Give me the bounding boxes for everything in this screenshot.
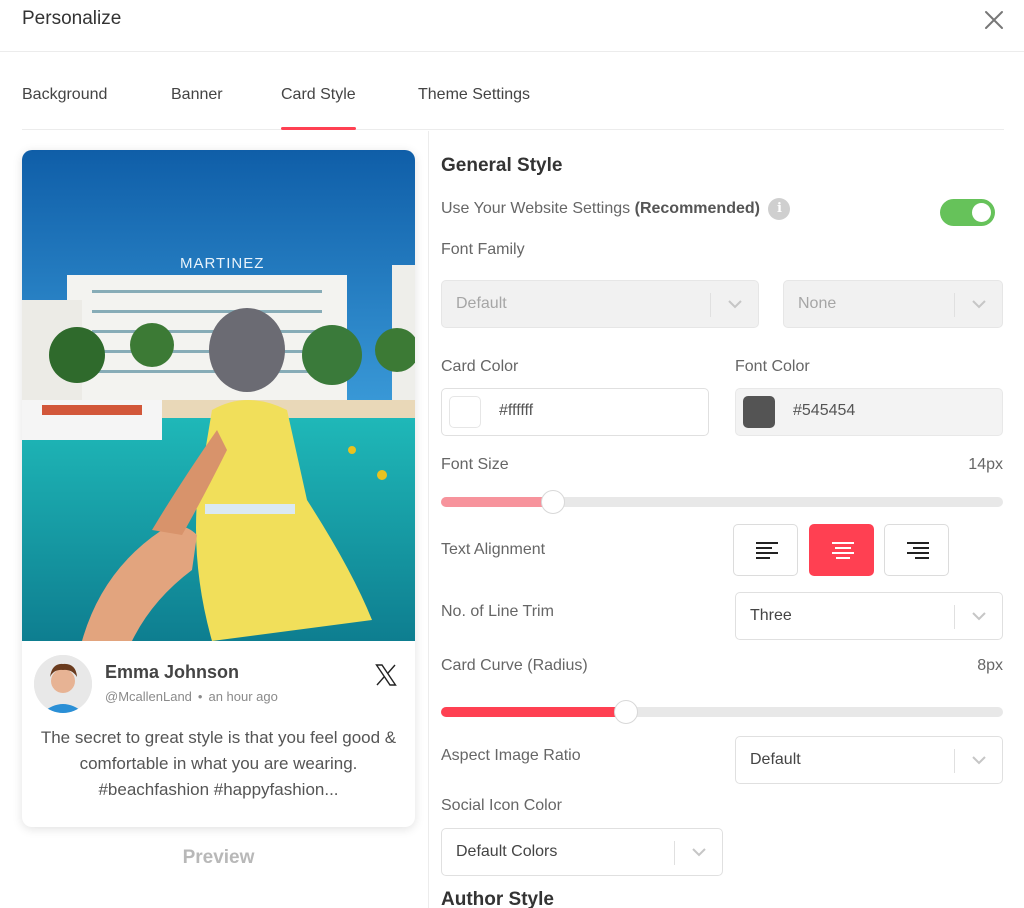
general-style-heading: General Style	[441, 155, 563, 176]
x-logo-icon[interactable]	[374, 663, 398, 687]
font-weight-select[interactable]: None	[783, 280, 1003, 328]
align-left-button[interactable]	[733, 524, 798, 576]
hotel-sign: MARTINEZ	[180, 255, 264, 272]
font-family-label: Font Family	[441, 241, 525, 258]
toggle-knob	[972, 203, 991, 222]
close-icon	[985, 11, 1003, 29]
social-icon-color-select[interactable]: Default Colors	[441, 828, 723, 876]
aspect-ratio-select[interactable]: Default	[735, 736, 1003, 784]
select-separator	[710, 293, 711, 317]
post-text: The secret to great style is that you fe…	[40, 728, 397, 799]
meta-separator: •	[197, 689, 203, 704]
slider-fill	[441, 707, 626, 717]
tab-card-style[interactable]: Card Style	[281, 86, 356, 130]
recommended-text: (Recommended)	[634, 200, 760, 218]
card-color-value: #ffffff	[499, 402, 534, 419]
tab-bar: Background Banner Card Style Theme Setti…	[22, 52, 1004, 130]
card-curve-label: Card Curve (Radius)	[441, 657, 588, 674]
line-trim-label: No. of Line Trim	[441, 603, 554, 620]
align-center-button[interactable]	[809, 524, 874, 576]
select-separator	[954, 749, 955, 773]
line-trim-select[interactable]: Three	[735, 592, 1003, 640]
align-right-button[interactable]	[884, 524, 949, 576]
chevron-down-icon	[728, 300, 742, 309]
website-settings-text: Use Your Website Settings	[441, 200, 631, 218]
card-curve-slider[interactable]	[441, 700, 1003, 724]
font-weight-value: None	[798, 295, 837, 312]
author-name: Emma Johnson	[105, 662, 240, 682]
font-size-value: 14px	[968, 456, 1003, 473]
font-family-select[interactable]: Default	[441, 280, 759, 328]
info-icon[interactable]: i	[768, 198, 791, 220]
card-color-swatch[interactable]	[449, 396, 481, 428]
author-avatar	[34, 655, 92, 713]
website-settings-label: Use Your Website Settings (Recommended) …	[441, 198, 791, 220]
author-meta: @McallenLand • an hour ago	[105, 689, 278, 704]
font-color-value: #545454	[793, 402, 856, 419]
social-icon-color-value: Default Colors	[456, 843, 558, 860]
social-icon-color-label: Social Icon Color	[441, 797, 562, 814]
author-handle: @McallenLand	[105, 689, 192, 704]
select-separator	[954, 293, 955, 317]
preview-label: Preview	[182, 847, 255, 868]
align-left-icon	[756, 542, 778, 559]
tab-theme-settings[interactable]: Theme Settings	[418, 86, 530, 104]
chevron-down-icon	[692, 848, 706, 857]
select-separator	[674, 841, 675, 865]
font-color-field[interactable]: #545454	[735, 388, 1003, 436]
font-size-slider[interactable]	[441, 490, 1003, 514]
line-trim-value: Three	[750, 607, 792, 624]
modal-header: Personalize	[0, 0, 1024, 52]
close-button[interactable]	[982, 8, 1006, 32]
card-color-field[interactable]: #ffffff	[441, 388, 709, 436]
chevron-down-icon	[972, 612, 986, 621]
font-size-label: Font Size	[441, 456, 509, 473]
card-image: MARTINEZ	[22, 150, 415, 641]
card-color-label: Card Color	[441, 358, 519, 375]
card-body: Emma Johnson @McallenLand • an hour ago Th…	[22, 641, 415, 827]
font-color-label: Font Color	[735, 358, 810, 375]
website-settings-toggle[interactable]	[940, 199, 995, 226]
select-separator	[954, 605, 955, 629]
post-photo: MARTINEZ	[22, 150, 415, 641]
panel-divider	[428, 131, 429, 908]
author-style-heading: Author Style	[441, 889, 554, 908]
aspect-ratio-value: Default	[750, 751, 801, 768]
tab-banner[interactable]: Banner	[171, 86, 223, 104]
preview-card: MARTINEZ Emma Johnson @McallenLand • an …	[22, 150, 415, 827]
slider-thumb[interactable]	[614, 700, 638, 724]
chevron-down-icon	[972, 300, 986, 309]
chevron-down-icon	[972, 756, 986, 765]
align-right-icon	[907, 542, 929, 559]
post-time: an hour ago	[208, 689, 278, 704]
slider-fill	[441, 497, 553, 507]
card-curve-value: 8px	[977, 657, 1003, 674]
text-alignment-label: Text Alignment	[441, 541, 546, 558]
align-center-icon	[832, 542, 854, 559]
modal-title: Personalize	[22, 8, 122, 29]
slider-thumb[interactable]	[541, 490, 565, 514]
tab-background[interactable]: Background	[22, 86, 107, 104]
font-color-swatch[interactable]	[743, 396, 775, 428]
font-family-value: Default	[456, 295, 507, 312]
aspect-ratio-label: Aspect Image Ratio	[441, 747, 581, 764]
